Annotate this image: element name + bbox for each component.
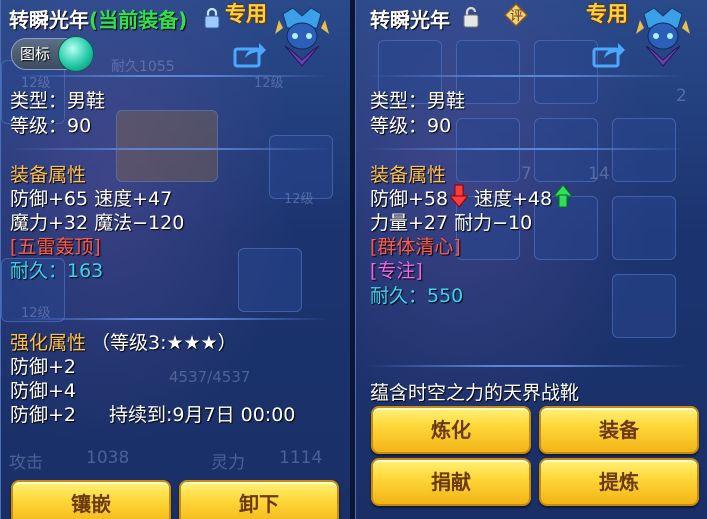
bg-text: 4537/4537 — [169, 368, 251, 386]
durability: 耐久：163 — [10, 260, 104, 282]
attr-line-2: 魔力+32 魔法−120 — [10, 212, 185, 234]
red-down-arrow-icon — [450, 184, 468, 208]
refine-button[interactable]: 炼化 — [371, 406, 531, 454]
skill-name: [五雷轰顶] — [10, 236, 101, 258]
skill-name: [群体清心] — [370, 236, 461, 258]
enhance-level: （等级3:★★★） — [91, 332, 237, 354]
attr-defense: 防御+58 — [370, 188, 449, 210]
inlay-button[interactable]: 镶嵌 — [11, 480, 171, 519]
divider-line — [366, 365, 686, 367]
attr-title: 装备属性 — [10, 164, 87, 186]
type-line: 类型：男鞋 — [10, 90, 106, 112]
character-avatar-icon — [275, 7, 329, 67]
bg-text: 1114 — [279, 448, 323, 468]
duration-text: 持续到:9月7日 00:00 — [109, 404, 296, 426]
attr-speed: 速度+48 — [474, 188, 553, 210]
toggle-knob[interactable] — [58, 36, 94, 72]
bg-text: 7 — [521, 164, 532, 184]
divider-line — [11, 75, 331, 77]
item-name: 转瞬光年 — [370, 8, 450, 32]
bg-slot — [456, 40, 520, 104]
attr-line-1: 防御+65 速度+47 — [10, 188, 173, 210]
compare-equipment-panel: 2 7 14 转瞬光年 评 专用 类型：男鞋 等级：90 装备属性 防御+58 … — [355, 0, 707, 519]
exclusive-tag: 专用 — [586, 2, 628, 26]
bg-slot — [612, 118, 676, 182]
attr-title: 装备属性 — [370, 164, 447, 186]
donate-button[interactable]: 捐献 — [371, 458, 531, 506]
share-icon[interactable] — [592, 40, 626, 68]
item-name: 转瞬光年 — [9, 8, 89, 32]
bg-text: 14 — [588, 164, 610, 184]
bg-text: 12级 — [284, 192, 314, 207]
level-line: 等级：90 — [10, 115, 92, 137]
bg-slot — [238, 248, 302, 312]
bg-text: 灵力 — [211, 453, 245, 473]
bg-slot — [534, 40, 598, 104]
unequip-button[interactable]: 卸下 — [179, 480, 339, 519]
extract-button[interactable]: 提炼 — [539, 458, 699, 506]
lock-icon[interactable] — [204, 7, 220, 29]
unlock-icon[interactable] — [463, 6, 479, 28]
divider-line — [11, 318, 331, 320]
enhance-title: 强化属性 — [10, 332, 87, 354]
bg-text: 攻击 — [9, 453, 43, 473]
share-icon[interactable] — [233, 40, 267, 68]
enhance-line: 防御+2 — [10, 404, 77, 426]
icon-toggle[interactable]: 图标 — [11, 36, 94, 72]
durability: 耐久：550 — [370, 285, 464, 307]
bg-text: 1038 — [86, 448, 130, 468]
rate-icon-label: 评 — [510, 9, 524, 24]
level-line: 等级：90 — [370, 115, 452, 137]
bg-text: 耐久1055 — [111, 59, 175, 75]
green-up-arrow-icon — [554, 184, 572, 208]
equipped-tag: (当前装备) — [89, 8, 188, 32]
bg-slot — [456, 118, 520, 182]
enhance-line: 防御+4 — [10, 380, 77, 402]
exclusive-tag: 专用 — [225, 2, 267, 26]
attr-line-2: 力量+27 耐力−10 — [370, 212, 533, 234]
divider-line — [366, 75, 686, 77]
divider-line — [11, 148, 331, 150]
bg-text: 2 — [676, 86, 687, 106]
bg-slot — [612, 274, 676, 338]
equip-button[interactable]: 装备 — [539, 406, 699, 454]
icon-toggle-label: 图标 — [20, 45, 51, 63]
type-line: 类型：男鞋 — [370, 90, 466, 112]
bg-slot — [116, 110, 218, 182]
character-avatar-icon — [636, 7, 690, 67]
enhance-line: 防御+2 — [10, 356, 77, 378]
item-description: 蕴含时空之力的天界战靴 — [370, 382, 580, 404]
divider-line — [366, 148, 686, 150]
current-equipment-panel: 12级 12级 12级 12级 4537/4537 攻击 1038 灵力 111… — [0, 0, 352, 519]
bg-slot — [612, 196, 676, 260]
special-effect: [专注] — [370, 260, 423, 282]
